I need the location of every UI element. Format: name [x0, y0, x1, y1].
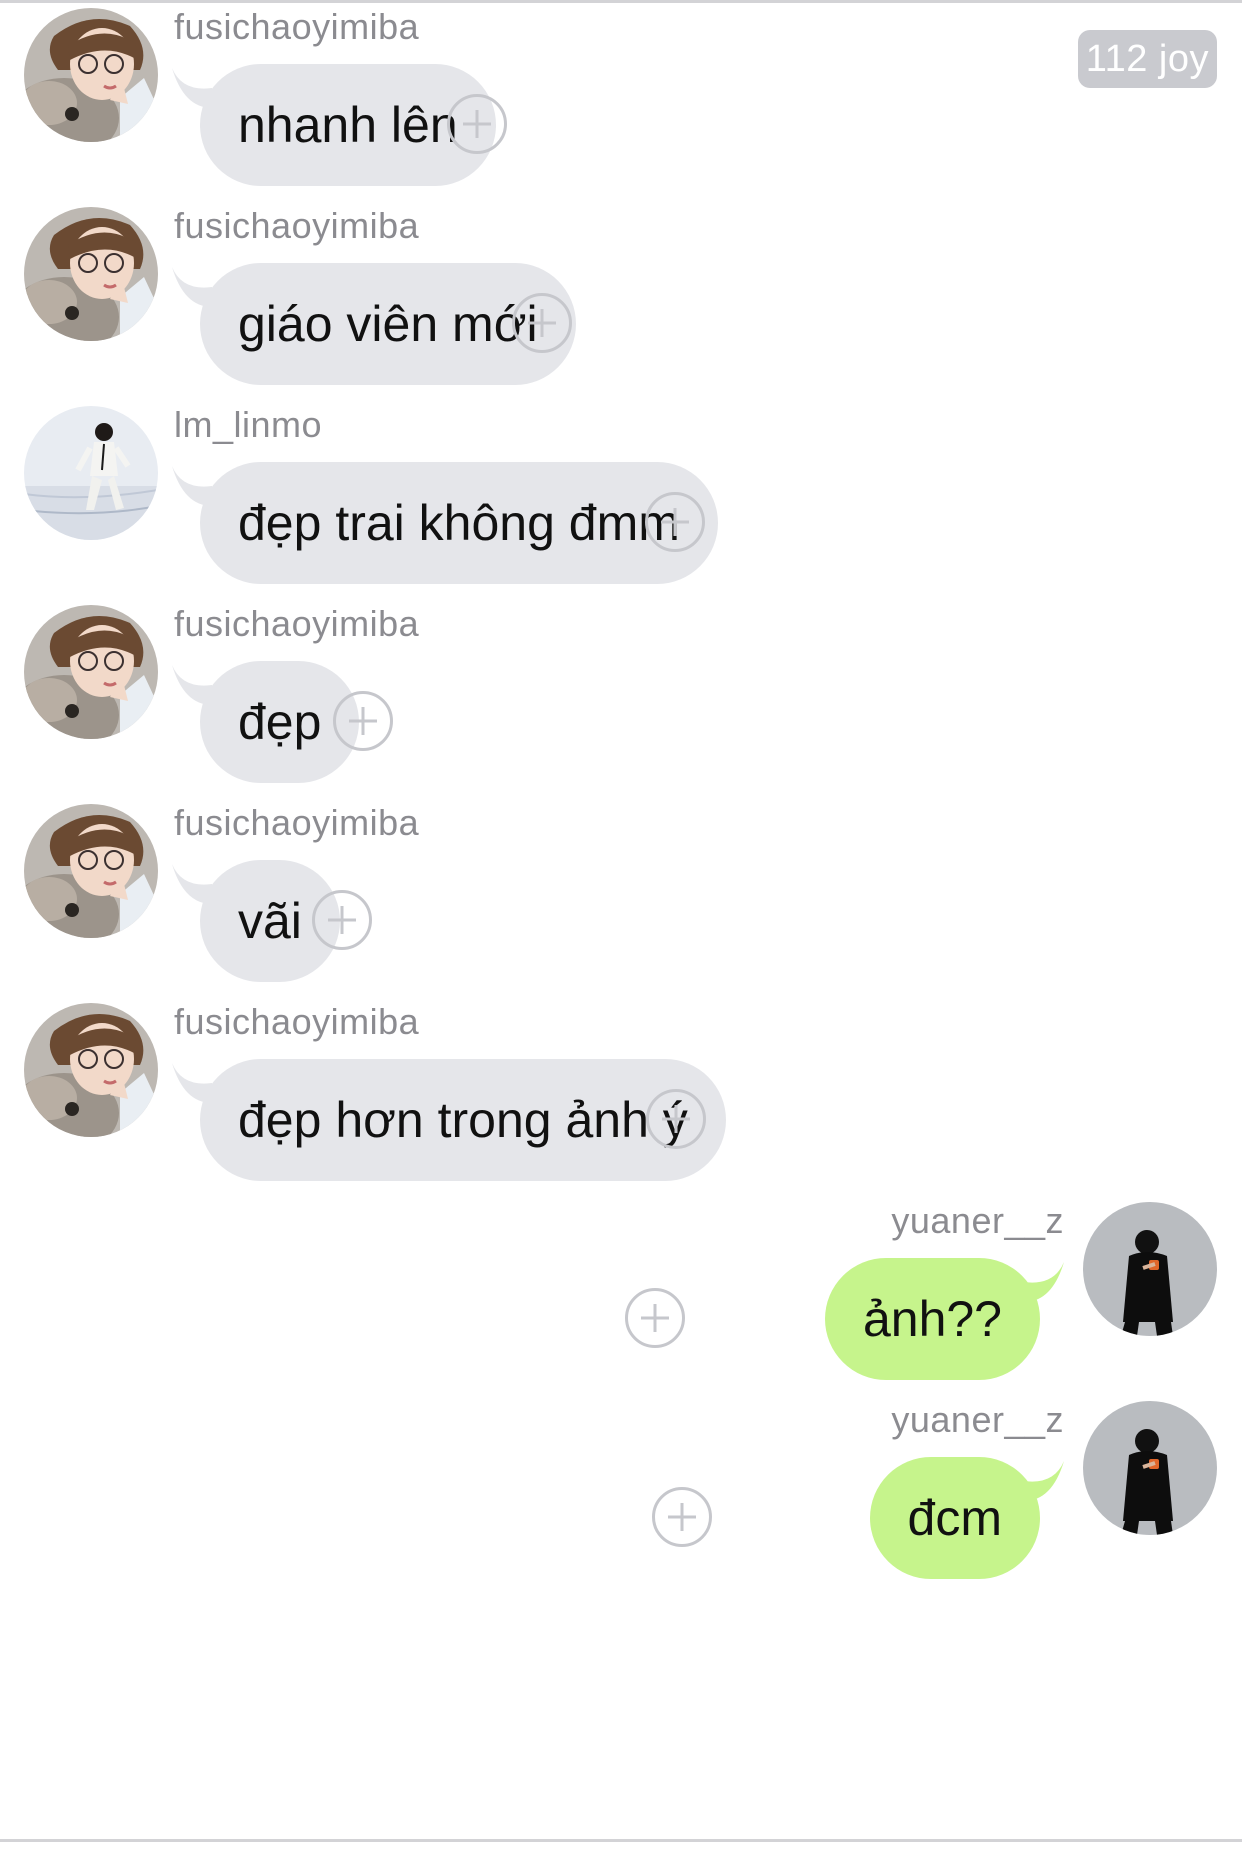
avatar-fusichaoyimiba-image: [24, 207, 158, 341]
sender-avatar[interactable]: [1083, 1202, 1217, 1336]
plus-icon: [668, 1503, 696, 1531]
sender-name: yuaner__z: [891, 1399, 1064, 1440]
add-reaction-button[interactable]: [447, 94, 507, 154]
chat-message: fusichaoyimiba giáo viên mới: [0, 199, 1242, 399]
plus-icon: [528, 309, 556, 337]
avatar-yuaner-z-image: [1083, 1202, 1217, 1336]
avatar-yuaner-z-image: [1083, 1401, 1217, 1535]
avatar-fusichaoyimiba-image: [24, 8, 158, 142]
chat-message: fusichaoyimiba đẹp hơn trong ảnh ý: [0, 995, 1242, 1195]
sender-avatar[interactable]: [24, 207, 158, 341]
sender-name: fusichaoyimiba: [174, 205, 420, 246]
add-reaction-button[interactable]: [625, 1288, 685, 1348]
plus-icon: [662, 1105, 690, 1133]
add-reaction-button[interactable]: [312, 890, 372, 950]
bottom-divider: [0, 1839, 1242, 1842]
plus-icon: [641, 1304, 669, 1332]
sender-avatar[interactable]: [24, 1003, 158, 1137]
chat-message: yuaner__z đcm: [0, 1393, 1242, 1593]
plus-icon: [463, 110, 491, 138]
add-reaction-button[interactable]: [652, 1487, 712, 1547]
avatar-fusichaoyimiba-image: [24, 804, 158, 938]
message-bubble[interactable]: đcm: [869, 1457, 1040, 1579]
sender-avatar[interactable]: [24, 8, 158, 142]
plus-icon: [349, 707, 377, 735]
sender-name: lm_linmo: [174, 404, 323, 445]
plus-icon: [661, 508, 689, 536]
sender-name: fusichaoyimiba: [174, 6, 420, 47]
add-reaction-button[interactable]: [645, 492, 705, 552]
chat-message: lm_linmo đẹp trai không đmm: [0, 398, 1242, 598]
sender-name: fusichaoyimiba: [174, 1001, 420, 1042]
avatar-lm-linmo-image: [24, 406, 158, 540]
chat-message: yuaner__z ảnh??: [0, 1194, 1242, 1394]
sender-avatar[interactable]: [24, 605, 158, 739]
plus-icon: [328, 906, 356, 934]
add-reaction-button[interactable]: [646, 1089, 706, 1149]
avatar-fusichaoyimiba-image: [24, 1003, 158, 1137]
add-reaction-button[interactable]: [512, 293, 572, 353]
sender-name: yuaner__z: [891, 1200, 1064, 1241]
message-bubble[interactable]: đẹp trai không đmm: [200, 462, 718, 584]
chat-message: fusichaoyimiba vãi: [0, 796, 1242, 996]
sender-name: fusichaoyimiba: [174, 603, 420, 644]
message-bubble[interactable]: ảnh??: [824, 1258, 1040, 1380]
sender-avatar[interactable]: [24, 406, 158, 540]
avatar-fusichaoyimiba-image: [24, 605, 158, 739]
add-reaction-button[interactable]: [333, 691, 393, 751]
sender-avatar[interactable]: [1083, 1401, 1217, 1535]
sender-avatar[interactable]: [24, 804, 158, 938]
chat-message: fusichaoyimiba nhanh lên: [0, 0, 1242, 200]
chat-message: fusichaoyimiba đẹp: [0, 597, 1242, 797]
sender-name: fusichaoyimiba: [174, 802, 420, 843]
